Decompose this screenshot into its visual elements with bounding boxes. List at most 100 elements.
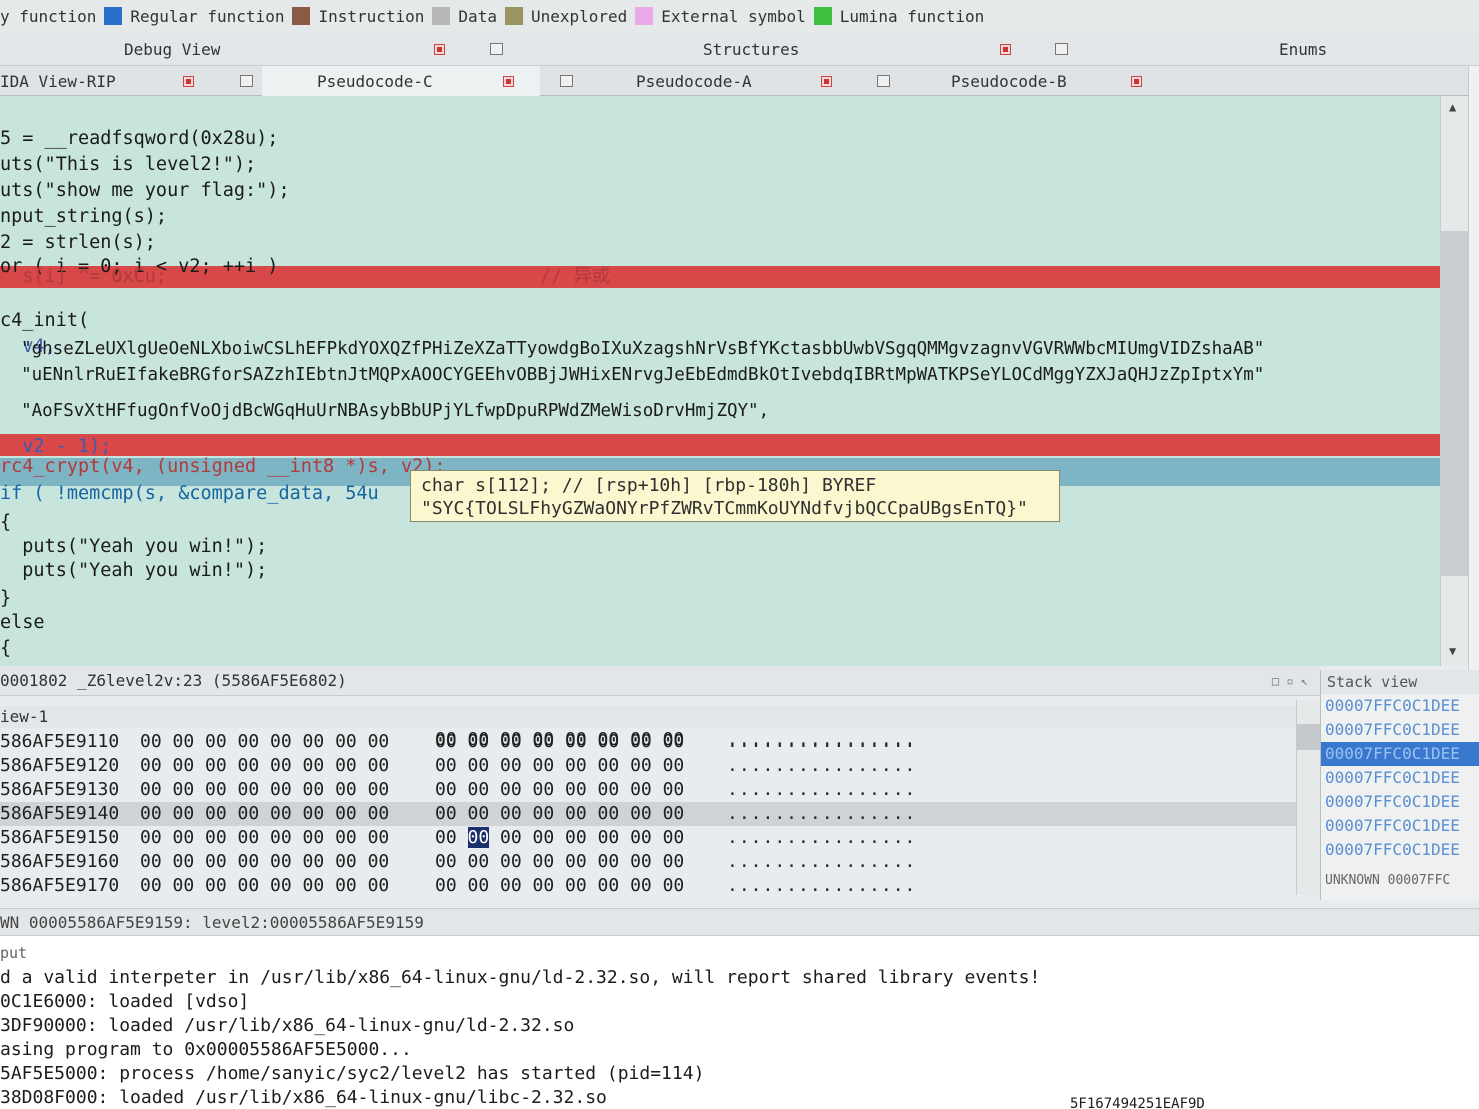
hex-bytes[interactable]: 00 00 00 00 00 00 00 00 bbox=[140, 850, 435, 874]
code-line-current[interactable]: if ( !memcmp(s, &compare_data, 54u bbox=[0, 481, 379, 507]
hex-bytes[interactable]: 00 00 00 00 00 00 00 00 bbox=[140, 826, 435, 850]
hex-address: 586AF5E9140 bbox=[0, 803, 120, 824]
tab-pseudocode-b[interactable]: Pseudocode-B bbox=[951, 66, 1067, 96]
stack-row-selected[interactable]: 00007FFC0C1DEE bbox=[1321, 742, 1479, 766]
hex-bytes[interactable]: 00 00 00 00 00 00 00 00 bbox=[140, 754, 435, 778]
close-icon[interactable] bbox=[434, 43, 445, 55]
hex-bytes[interactable]: 00 00 00 00 00 00 00 00 bbox=[140, 730, 435, 754]
hex-row[interactable]: 586AF5E9110 00 00 00 00 00 00 00 00 00 00 … bbox=[0, 730, 916, 754]
output-line: asing program to 0x00005586AF5E5000... bbox=[0, 1039, 412, 1060]
close-icon[interactable] bbox=[821, 75, 832, 87]
close-icon[interactable] bbox=[1000, 43, 1011, 55]
hex-byte[interactable]: 00 bbox=[435, 827, 468, 848]
hex-row[interactable]: 586AF5E9120 00 00 00 00 00 00 00 00 00 00 … bbox=[0, 754, 916, 778]
hex-bytes[interactable]: 00 00 00 00 00 00 00 00 bbox=[435, 850, 727, 874]
hex-row[interactable]: 586AF5E9150 00 00 00 00 00 00 00 00 00 00 … bbox=[0, 826, 916, 850]
tab-pseudocode-c[interactable]: Pseudocode-C bbox=[262, 66, 540, 96]
hex-byte-cursor[interactable]: 00 bbox=[467, 827, 490, 848]
pseudocode-status: 0001802 _Z6level2v:23 (5586AF5E6802) □ ▫ … bbox=[0, 666, 1320, 696]
tab-label: Debug View bbox=[124, 39, 221, 59]
code-line[interactable]: { bbox=[0, 510, 11, 536]
pseudocode-editor[interactable]: 5 = __readfsqword(0x28u); uts("This is l… bbox=[0, 96, 1440, 666]
output-line: d a valid interpeter in /usr/lib/x86_64-… bbox=[0, 967, 1041, 988]
hex-bytes[interactable]: 00 00 00 00 00 00 00 00 bbox=[435, 874, 727, 898]
hex-byte[interactable]: 00 00 00 00 00 00 bbox=[489, 827, 684, 848]
tab-pseudocode-a[interactable]: Pseudocode-A bbox=[636, 66, 752, 96]
stack-row[interactable]: 00007FFC0C1DEE bbox=[1321, 790, 1479, 814]
stack-row[interactable]: 00007FFC0C1DEE bbox=[1321, 838, 1479, 862]
code-line[interactable]: c4_init( bbox=[0, 308, 89, 334]
stack-row[interactable]: 00007FFC0C1DEE bbox=[1321, 718, 1479, 742]
struct-icon bbox=[490, 43, 503, 55]
pane-controls[interactable]: □ ▫ ↖ bbox=[1272, 666, 1308, 696]
hex-bytes[interactable]: 00 00 00 00 00 00 00 00 bbox=[435, 802, 727, 826]
hex-ascii: ................ bbox=[727, 803, 917, 824]
pseudocode-c-close-icon[interactable] bbox=[503, 66, 514, 96]
hex-bytes-group[interactable]: 00 00 00 00 00 00 00 00 bbox=[435, 826, 727, 850]
close-icon[interactable] bbox=[183, 75, 194, 87]
code-scrollbar[interactable]: ▲ ▼ bbox=[1440, 96, 1468, 666]
hex-row[interactable]: 586AF5E9130 00 00 00 00 00 00 00 00 00 00 … bbox=[0, 778, 916, 802]
hex-bytes[interactable]: 00 00 00 00 00 00 00 00 bbox=[140, 802, 435, 826]
stack-row[interactable]: 00007FFC0C1DEE bbox=[1321, 694, 1479, 718]
stack-row[interactable]: 00007FFC0C1DEE bbox=[1321, 766, 1479, 790]
code-line[interactable]: puts("Yeah you win!"); bbox=[0, 534, 267, 560]
close-icon[interactable] bbox=[503, 75, 514, 87]
code-line[interactable]: else bbox=[0, 610, 45, 636]
tab-debug-view[interactable]: Debug View bbox=[124, 32, 220, 66]
code-line[interactable]: s[i] ^= 0xCu; bbox=[0, 264, 167, 290]
scrollbar-thumb[interactable] bbox=[1297, 724, 1320, 750]
output-line: 5AF5E5000: process /home/sanyic/syc2/lev… bbox=[0, 1063, 705, 1084]
close-icon[interactable] bbox=[1131, 75, 1142, 87]
scroll-down-icon[interactable]: ▼ bbox=[1449, 644, 1456, 658]
pseudocode-b-close-icon[interactable] bbox=[1131, 66, 1142, 96]
hex-bytes[interactable]: 00 00 00 00 00 00 00 00 bbox=[140, 778, 435, 802]
code-line[interactable]: nput_string(s); bbox=[0, 204, 167, 230]
legend-item: Data bbox=[432, 7, 497, 26]
hex-view[interactable]: 00 00 00 00 00 00 00 00................ … bbox=[0, 728, 1296, 908]
legend-item: Instruction bbox=[292, 7, 424, 26]
stack-view[interactable]: Stack view 00007FFC0C1DEE 00007FFC0C1DEE… bbox=[1320, 670, 1479, 900]
code-line[interactable]: uts("This is level2!"); bbox=[0, 152, 256, 178]
hex-row-selected[interactable]: 586AF5E9140 00 00 00 00 00 00 00 00 00 00 … bbox=[0, 802, 1296, 826]
pseudocode-a-close-icon[interactable] bbox=[821, 66, 832, 96]
tab-ida-view-rip[interactable]: IDA View-RIP bbox=[0, 66, 210, 96]
code-line[interactable]: uts("show me your flag:"); bbox=[0, 178, 290, 204]
legend-label: Unexplored bbox=[530, 6, 628, 26]
hex-bytes[interactable]: 00 00 00 00 00 00 00 00 bbox=[435, 754, 727, 778]
output-window[interactable]: put d a valid interpeter in /usr/lib/x86… bbox=[0, 936, 1479, 1109]
output-line: 5F167494251EAF9D bbox=[1070, 1096, 1205, 1109]
code-line[interactable]: "ghseZLeUXlgUeOeNLXboiwCSLhEFPkdYOXQZfPH… bbox=[0, 336, 1264, 362]
hex-row[interactable]: 586AF5E9160 00 00 00 00 00 00 00 00 00 00 … bbox=[0, 850, 916, 874]
legend-item: External symbol bbox=[635, 7, 806, 26]
code-line[interactable]: } bbox=[0, 586, 11, 612]
pseudocode-icon bbox=[877, 66, 890, 96]
hex-scrollbar[interactable] bbox=[1296, 700, 1320, 895]
code-line[interactable]: "AoFSvXtHFfugOnfVoOjdBcWGqHuUrNBAsybBbUP… bbox=[0, 398, 769, 424]
legend-swatch bbox=[635, 7, 654, 25]
code-line[interactable]: rc4_crypt(v4, (unsigned __int8 *)s, v2); bbox=[0, 454, 446, 480]
structures-close-icon[interactable] bbox=[1000, 32, 1011, 66]
ida-view-close-icon[interactable] bbox=[183, 66, 194, 96]
hex-bytes[interactable]: 00 00 00 00 00 00 00 00 bbox=[435, 778, 727, 802]
code-line[interactable]: puts("Yeah you win!"); bbox=[0, 558, 267, 584]
stack-row[interactable]: 00007FFC0C1DEE bbox=[1321, 814, 1479, 838]
output-line: 3DF90000: loaded /usr/lib/x86_64-linux-g… bbox=[0, 1015, 575, 1036]
code-line[interactable]: "uENnlrRuEIfakeBRGforSAZzhIEbtnJtMQPxAOO… bbox=[0, 362, 1264, 388]
hex-bytes[interactable]: 00 00 00 00 00 00 00 00 bbox=[435, 730, 727, 754]
tab-structures[interactable]: Structures bbox=[703, 32, 799, 66]
output-line: 38D08F000: loaded /usr/lib/x86_64-linux-… bbox=[0, 1087, 607, 1108]
debug-view-close-icon[interactable] bbox=[434, 32, 445, 66]
hex-row[interactable]: 586AF5E9170 00 00 00 00 00 00 00 00 00 00 … bbox=[0, 874, 916, 898]
tab-enums[interactable]: Enums bbox=[1279, 32, 1327, 66]
code-line[interactable]: 5 = __readfsqword(0x28u); bbox=[0, 126, 278, 152]
code-line[interactable]: { bbox=[0, 636, 11, 662]
code-line[interactable]: 2 = strlen(s); bbox=[0, 230, 156, 256]
legend-swatch bbox=[813, 7, 832, 25]
hex-address: 586AF5E9130 bbox=[0, 779, 120, 800]
legend-swatch bbox=[432, 7, 451, 25]
hex-ascii: ................ bbox=[727, 827, 917, 848]
hex-bytes[interactable]: 00 00 00 00 00 00 00 00 bbox=[140, 874, 435, 898]
scrollbar-thumb[interactable] bbox=[1441, 231, 1468, 576]
scroll-up-icon[interactable]: ▲ bbox=[1449, 100, 1456, 114]
